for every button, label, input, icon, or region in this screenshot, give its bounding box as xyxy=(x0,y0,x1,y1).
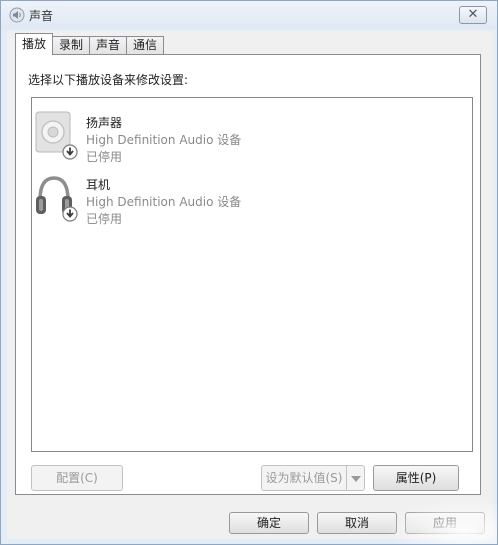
apply-button[interactable]: 应用 xyxy=(405,512,485,534)
configure-button[interactable]: 配置(C) xyxy=(31,465,123,491)
list-item-headphones[interactable]: 耳机 High Definition Audio 设备 已停用 xyxy=(32,166,472,228)
device-description: High Definition Audio 设备 xyxy=(86,133,242,147)
tab-communications[interactable]: 通信 xyxy=(126,36,165,55)
instruction-label: 选择以下播放设备来修改设置: xyxy=(28,73,189,87)
disabled-arrow-icon xyxy=(62,144,78,160)
sound-dialog: 声音 ✕ 播放 录制 声音 通信 选择以下播放设备来修改设置: 扬声器 High… xyxy=(0,0,498,545)
close-icon: ✕ xyxy=(467,7,479,22)
playback-panel: 选择以下播放设备来修改设置: 扬声器 High Definition Audio… xyxy=(15,54,481,495)
sound-app-icon xyxy=(9,7,25,23)
disabled-arrow-icon xyxy=(62,206,78,222)
tab-sounds[interactable]: 声音 xyxy=(89,36,128,55)
close-button[interactable]: ✕ xyxy=(459,6,487,24)
set-default-label: 设为默认值(S) xyxy=(265,471,343,485)
tab-recording[interactable]: 录制 xyxy=(52,36,91,55)
set-default-button[interactable]: 设为默认值(S) xyxy=(261,465,365,491)
device-status: 已停用 xyxy=(86,150,123,164)
tab-playback[interactable]: 播放 xyxy=(15,33,54,55)
list-item-speakers[interactable]: 扬声器 High Definition Audio 设备 已停用 xyxy=(32,104,472,166)
properties-button[interactable]: 属性(P) xyxy=(373,465,459,491)
ok-button[interactable]: 确定 xyxy=(229,512,309,534)
client-area: 播放 录制 声音 通信 选择以下播放设备来修改设置: 扬声器 High Defi… xyxy=(7,31,493,539)
device-name: 耳机 xyxy=(86,178,111,192)
window-title: 声音 xyxy=(29,9,54,23)
headphones-device-icon xyxy=(34,172,80,224)
device-name: 扬声器 xyxy=(86,116,123,130)
device-list[interactable]: 扬声器 High Definition Audio 设备 已停用 耳机 High… xyxy=(31,97,473,452)
device-status: 已停用 xyxy=(86,212,123,226)
chevron-down-icon[interactable] xyxy=(346,466,364,490)
device-description: High Definition Audio 设备 xyxy=(86,195,242,209)
speaker-device-icon xyxy=(34,110,80,162)
cancel-button[interactable]: 取消 xyxy=(317,512,397,534)
title-bar[interactable]: 声音 ✕ xyxy=(1,1,497,29)
tab-strip: 播放 录制 声音 通信 xyxy=(15,33,165,55)
